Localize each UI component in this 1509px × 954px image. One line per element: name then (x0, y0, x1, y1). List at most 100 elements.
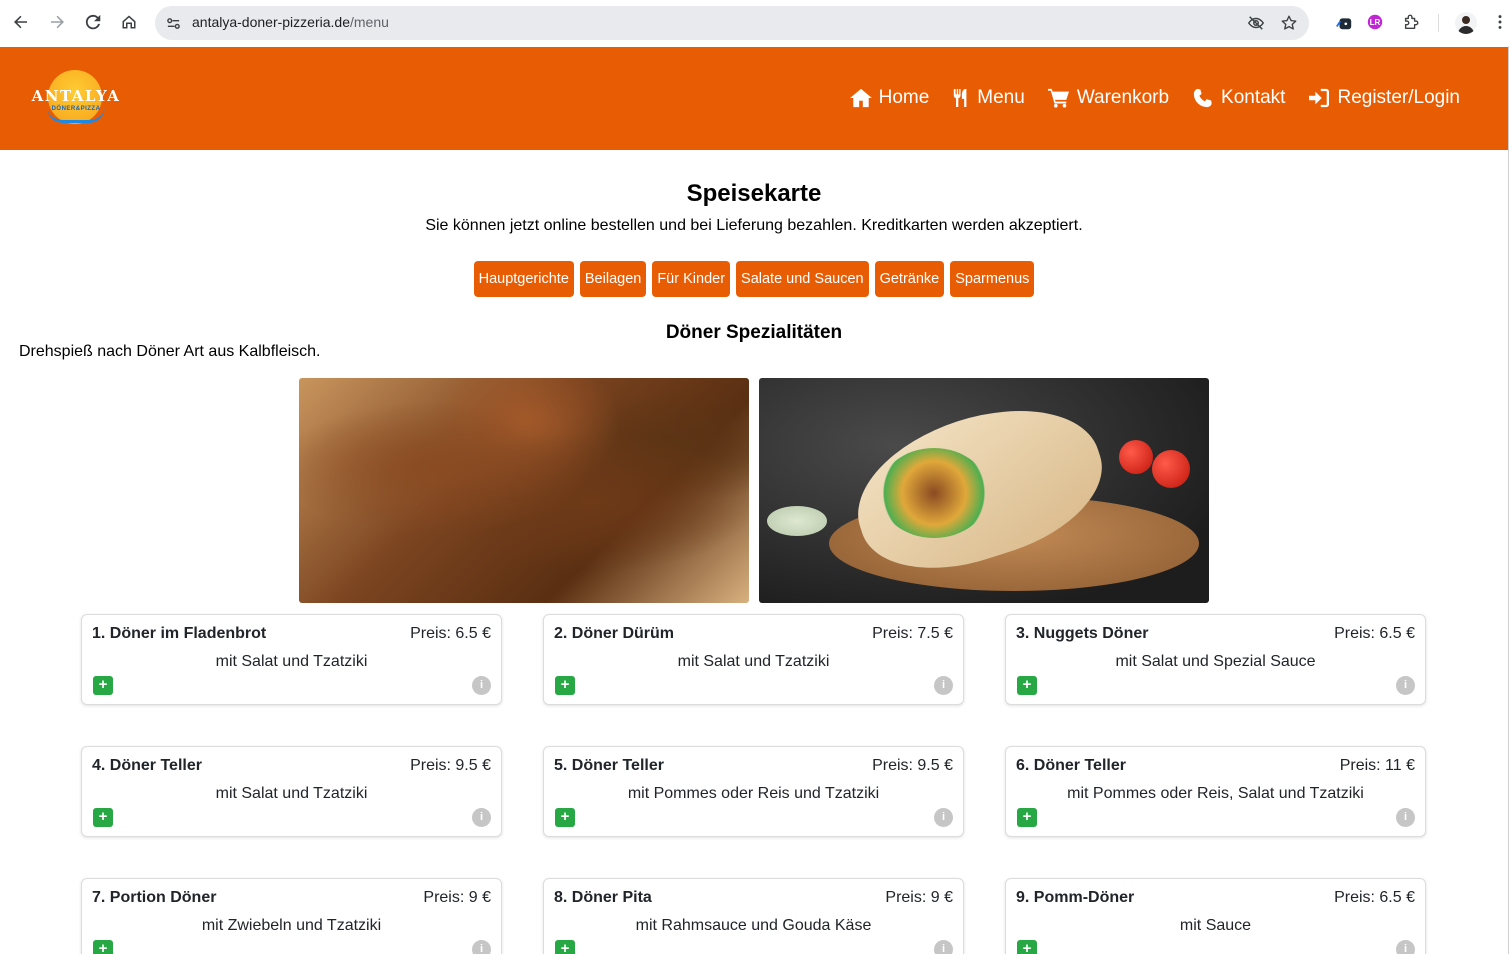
info-icon[interactable]: i (934, 676, 953, 695)
item-description: mit Pommes oder Reis und Tzatziki (627, 785, 880, 802)
add-to-cart-button[interactable]: + (1017, 808, 1037, 827)
item-price: Preis: 7.5 € (872, 625, 953, 642)
doner-meat-photo (299, 378, 749, 603)
cart-icon (1047, 88, 1069, 108)
nav-home-label: Home (878, 87, 930, 108)
toolbar-divider (1438, 14, 1439, 32)
item-price: Preis: 9 € (423, 889, 491, 906)
add-to-cart-button[interactable]: + (555, 808, 575, 827)
site-header: ANTALYA DÖNER&PIZZA Home Menu Warenkorb … (0, 47, 1508, 150)
tomato (1152, 450, 1190, 488)
item-price: Preis: 9.5 € (872, 757, 953, 774)
site-info-icon[interactable] (163, 13, 183, 33)
site-logo[interactable]: ANTALYA DÖNER&PIZZA (28, 69, 124, 127)
menu-item-card: 9. Pomm-Döner Preis: 6.5 € mit Sauce + i (1005, 878, 1426, 954)
category-fuer-kinder[interactable]: Für Kinder (652, 261, 731, 297)
puzzle-icon[interactable] (1401, 12, 1421, 32)
nav-cart-label: Warenkorb (1076, 87, 1170, 108)
item-price: Preis: 9.5 € (410, 757, 491, 774)
category-beilagen[interactable]: Beilagen (579, 261, 647, 297)
svg-text:LR: LR (1370, 18, 1381, 27)
add-to-cart-button[interactable]: + (93, 808, 113, 827)
item-name: 2. Döner Dürüm (554, 625, 675, 642)
info-icon[interactable]: i (472, 940, 491, 954)
menu-item-card: 6. Döner Teller Preis: 11 € mit Pommes ode… (1005, 746, 1426, 837)
category-sparmenus[interactable]: Sparmenus (950, 261, 1035, 297)
category-tabs: Hauptgerichte Beilagen Für Kinder Salate… (0, 261, 1508, 297)
nav-cart[interactable]: Warenkorb (1047, 87, 1170, 109)
url-domain: antalya-doner-pizzeria.de (192, 14, 350, 30)
item-price: Preis: 9 € (885, 889, 953, 906)
url-text: antalya-doner-pizzeria.de/menu (192, 14, 389, 30)
item-price: Preis: 6.5 € (410, 625, 491, 642)
browser-menu-icon[interactable] (1490, 12, 1509, 32)
reload-icon (85, 14, 101, 30)
add-to-cart-button[interactable]: + (1017, 940, 1037, 954)
menu-item-card: 1. Döner im Fladenbrot Preis: 6.5 € mit Sa… (81, 614, 502, 705)
nav-contact[interactable]: Kontakt (1192, 87, 1285, 109)
item-description: mit Salat und Spezial Sauce (1115, 653, 1316, 670)
wrap-filling (879, 448, 989, 538)
extension-dark-icon[interactable] (1334, 12, 1354, 32)
item-description: mit Salat und Tzatziki (677, 653, 830, 670)
nav-menu[interactable]: Menu (952, 87, 1025, 109)
nav-home[interactable]: Home (849, 87, 930, 109)
main-nav: Home Menu Warenkorb Kontakt Register/Log… (827, 87, 1460, 109)
item-description: mit Pommes oder Reis, Salat und Tzatziki (1067, 785, 1364, 802)
page-title: Speisekarte (686, 180, 822, 207)
extension-purple-icon[interactable]: LR (1365, 12, 1385, 32)
address-bar[interactable]: antalya-doner-pizzeria.de/menu (155, 6, 1309, 40)
bookmark-star-icon[interactable] (1279, 13, 1299, 33)
add-to-cart-button[interactable]: + (555, 940, 575, 954)
back-button[interactable] (7, 8, 35, 36)
arrow-left-icon (14, 15, 27, 29)
category-salate-saucen[interactable]: Salate und Saucen (736, 261, 869, 297)
section-description: Drehspieß nach Döner Art aus Kalbfleisch… (19, 343, 321, 360)
item-price: Preis: 11 € (1339, 757, 1415, 774)
add-to-cart-button[interactable]: + (93, 676, 113, 695)
doner-wrap-photo (759, 378, 1209, 603)
category-getraenke[interactable]: Getränke (874, 261, 945, 297)
menu-item-card: 2. Döner Dürüm Preis: 7.5 € mit Salat und … (543, 614, 964, 705)
info-icon[interactable]: i (472, 808, 491, 827)
item-name: 1. Döner im Fladenbrot (92, 625, 267, 642)
item-name: 4. Döner Teller (92, 757, 202, 774)
section-title: Döner Spezialitäten (665, 322, 843, 343)
info-icon[interactable]: i (1396, 676, 1415, 695)
item-description: mit Salat und Tzatziki (215, 785, 368, 802)
add-to-cart-button[interactable]: + (1017, 676, 1037, 695)
forward-button[interactable] (43, 8, 71, 36)
logo-text: ANTALYA (31, 87, 121, 105)
item-description: mit Rahmsauce und Gouda Käse (635, 917, 872, 934)
info-icon[interactable]: i (1396, 808, 1415, 827)
item-price: Preis: 6.5 € (1334, 625, 1415, 642)
category-hauptgerichte[interactable]: Hauptgerichte (473, 261, 574, 297)
url-path: /menu (349, 14, 389, 30)
profile-avatar[interactable] (1455, 12, 1477, 34)
arrow-right-icon (51, 15, 64, 29)
phone-icon (1193, 88, 1212, 108)
menu-item-card: 5. Döner Teller Preis: 9.5 € mit Pommes od… (543, 746, 964, 837)
menu-item-card: 7. Portion Döner Preis: 9 € mit Zwiebeln u… (81, 878, 502, 954)
browser-toolbar: antalya-doner-pizzeria.de/menu LR (0, 0, 1509, 46)
item-description: mit Salat und Tzatziki (215, 653, 368, 670)
menu-item-card: 3. Nuggets Döner Preis: 6.5 € mit Salat un… (1005, 614, 1426, 705)
info-icon[interactable]: i (934, 808, 953, 827)
logo-subtext: DÖNER&PIZZA (51, 106, 101, 112)
tomato (1119, 440, 1153, 474)
info-icon[interactable]: i (472, 676, 491, 695)
nav-menu-label: Menu (977, 87, 1025, 108)
info-icon[interactable]: i (1396, 940, 1415, 954)
home-button[interactable] (115, 8, 143, 36)
home-outline-icon (122, 15, 136, 29)
item-name: 6. Döner Teller (1016, 757, 1126, 774)
eye-off-icon[interactable] (1246, 13, 1266, 33)
add-to-cart-button[interactable]: + (555, 676, 575, 695)
add-to-cart-button[interactable]: + (93, 940, 113, 954)
home-icon (849, 88, 872, 108)
item-description: mit Sauce (1179, 917, 1252, 934)
info-icon[interactable]: i (934, 940, 953, 954)
reload-button[interactable] (79, 8, 107, 36)
nav-login[interactable]: Register/Login (1308, 87, 1460, 109)
item-name: 8. Döner Pita (554, 889, 652, 906)
